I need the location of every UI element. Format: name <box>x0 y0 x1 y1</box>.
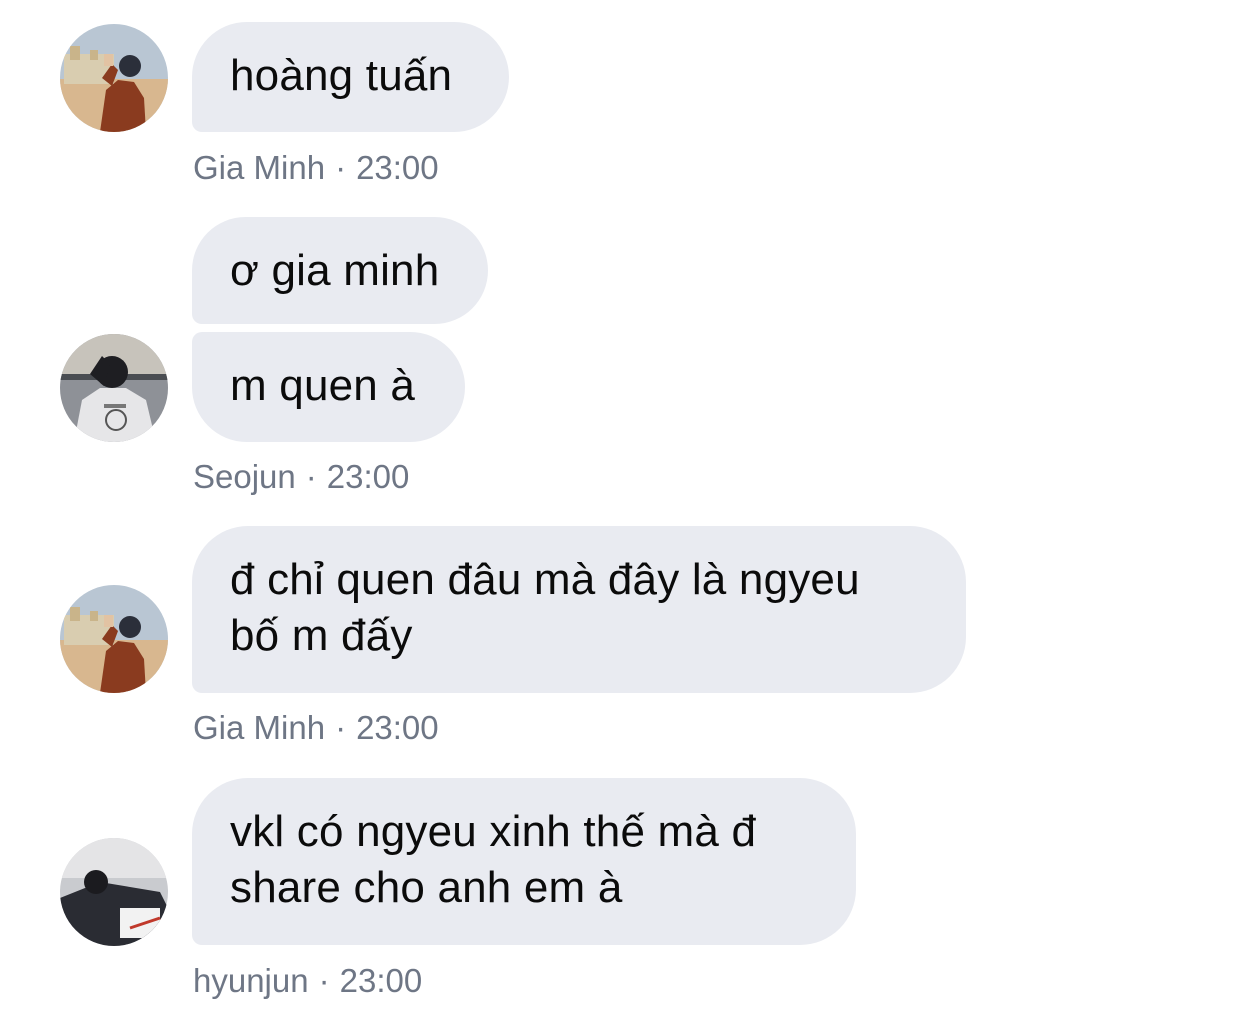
meta-separator: · <box>318 962 330 999</box>
avatar-photo <box>60 585 168 693</box>
message-bubble[interactable]: m quen à <box>192 332 465 442</box>
author-name: hyunjun <box>193 962 309 999</box>
avatar-gia-minh[interactable] <box>60 24 168 132</box>
meta-separator: · <box>335 709 347 746</box>
message-meta: Seojun · 23:00 <box>193 457 409 497</box>
meta-separator: · <box>305 458 317 495</box>
message-bubble[interactable]: đ chỉ quen đâu mà đây là ngyeu bố m đấy <box>192 526 966 693</box>
message-meta: Gia Minh · 23:00 <box>193 148 439 188</box>
message-meta: Gia Minh · 23:00 <box>193 708 439 748</box>
author-name: Gia Minh <box>193 149 326 186</box>
avatar-photo <box>60 838 168 946</box>
message-bubble[interactable]: hoàng tuấn <box>192 22 509 132</box>
avatar-photo <box>60 334 168 442</box>
timestamp: 23:00 <box>356 149 439 186</box>
message-bubble[interactable]: vkl có ngyeu xinh thế mà đ share cho anh… <box>192 778 856 945</box>
meta-separator: · <box>335 149 347 186</box>
message-meta: hyunjun · 23:00 <box>193 961 422 1001</box>
message-bubble[interactable]: ơ gia minh <box>192 217 488 324</box>
avatar-gia-minh[interactable] <box>60 585 168 693</box>
author-name: Gia Minh <box>193 709 326 746</box>
avatar-seojun[interactable] <box>60 334 168 442</box>
timestamp: 23:00 <box>326 458 410 495</box>
avatar-hyunjun[interactable] <box>60 838 168 946</box>
timestamp: 23:00 <box>356 709 439 746</box>
timestamp: 23:00 <box>339 962 423 999</box>
avatar-photo <box>60 24 168 132</box>
author-name: Seojun <box>193 458 296 495</box>
